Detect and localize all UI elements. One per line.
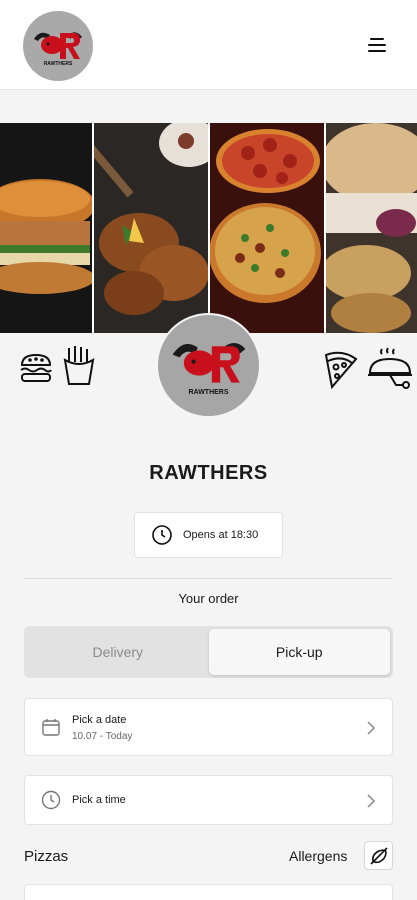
allergens-link[interactable]: Allergens bbox=[289, 848, 347, 864]
sandwich-photo bbox=[326, 123, 417, 333]
bull-logo-icon bbox=[34, 32, 82, 59]
clock-icon bbox=[152, 525, 172, 545]
fries-icon[interactable] bbox=[61, 344, 97, 386]
order-mode-toggle: Delivery Pick-up bbox=[24, 626, 393, 678]
pick-date-row[interactable]: Pick a date 10.07 - Today bbox=[24, 698, 393, 756]
opening-hours-badge: Opens at 18:30 bbox=[134, 512, 283, 558]
pick-date-label: Pick a date bbox=[72, 714, 127, 726]
app-header: RAWTHERS bbox=[0, 0, 417, 90]
calendar-icon bbox=[42, 719, 60, 736]
pick-time-label: Pick a time bbox=[72, 794, 126, 806]
logo-text-small: RAWTHERS bbox=[43, 61, 73, 67]
pizza-slice-icon[interactable] bbox=[322, 349, 358, 389]
hero-banner bbox=[0, 123, 417, 333]
opens-label: Opens at 18:30 bbox=[183, 529, 259, 541]
pick-time-row[interactable]: Pick a time bbox=[24, 775, 393, 825]
bull-logo-icon bbox=[172, 343, 245, 383]
grilled-chicken-photo bbox=[93, 123, 208, 333]
category-title: Pizzas bbox=[24, 848, 69, 865]
burger-icon[interactable] bbox=[18, 350, 54, 386]
chevron-right-icon bbox=[367, 721, 376, 735]
hamburger-menu-icon[interactable] bbox=[362, 33, 392, 57]
pickup-option[interactable]: Pick-up bbox=[208, 629, 390, 675]
allergens-button[interactable] bbox=[364, 841, 393, 870]
burger-photo bbox=[0, 123, 92, 333]
dish-icon[interactable] bbox=[366, 345, 414, 389]
chevron-right-icon bbox=[367, 794, 376, 808]
your-order-heading: Your order bbox=[178, 591, 239, 606]
clock-icon bbox=[41, 790, 61, 810]
no-allergen-icon bbox=[369, 846, 388, 865]
pick-date-value: 10.07 - Today bbox=[72, 731, 133, 742]
restaurant-name: RAWTHERS bbox=[149, 462, 268, 484]
restaurant-logo-large: RAWTHERS bbox=[156, 313, 261, 418]
pizza-photo bbox=[209, 123, 325, 333]
restaurant-logo-small[interactable]: RAWTHERS bbox=[23, 11, 93, 81]
delivery-option[interactable]: Delivery bbox=[27, 629, 209, 675]
section-divider bbox=[24, 578, 393, 579]
logo-text-large: RAWTHERS bbox=[188, 389, 229, 396]
menu-item-card[interactable] bbox=[24, 884, 393, 900]
